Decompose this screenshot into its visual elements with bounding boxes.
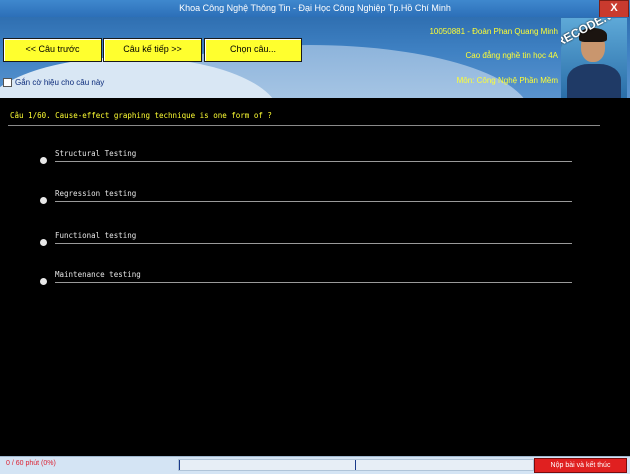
- answer-option-c[interactable]: Functional testing: [40, 231, 572, 246]
- answer-option-d[interactable]: Maintenance testing: [40, 270, 572, 285]
- time-progress-bar: [178, 459, 534, 471]
- progress-mid-tick: [355, 460, 356, 470]
- question-text: Câu 1/60. Cause-effect graphing techniqu…: [10, 111, 272, 120]
- flag-checkbox-label: Gắn cờ hiệu cho câu này: [15, 78, 105, 87]
- answer-option-label: Maintenance testing: [55, 270, 141, 279]
- radio-icon[interactable]: [40, 278, 47, 285]
- prev-question-button[interactable]: << Câu trước: [3, 38, 102, 62]
- option-underline: [55, 282, 572, 283]
- progress-start-tick: [179, 460, 180, 470]
- window-titlebar: Khoa Công Nghệ Thông Tin - Đại Học Công …: [0, 0, 630, 18]
- radio-icon[interactable]: [40, 239, 47, 246]
- submit-finish-button[interactable]: Nộp bài và kết thúc: [534, 458, 627, 473]
- flag-checkbox[interactable]: [3, 78, 12, 87]
- answer-option-label: Functional testing: [55, 231, 137, 240]
- timer-text: 0 / 60 phút (0%): [6, 460, 56, 467]
- student-id-name: 10050881 - Đoàn Phan Quang Minh: [429, 27, 558, 36]
- option-underline: [55, 243, 572, 244]
- answer-option-a[interactable]: Structural Testing: [40, 149, 572, 164]
- subject-name: Môn: Công Nghệ Phần Mềm: [456, 76, 558, 85]
- next-question-button[interactable]: Câu kế tiếp >>: [103, 38, 202, 62]
- answer-option-label: Regression testing: [55, 189, 137, 198]
- answer-option-b[interactable]: Regression testing: [40, 189, 572, 204]
- student-class: Cao đẳng nghề tin học 4A: [465, 51, 558, 60]
- option-underline: [55, 161, 572, 162]
- flag-question-row[interactable]: Gắn cờ hiệu cho câu này: [3, 78, 104, 87]
- question-divider: [8, 125, 600, 126]
- close-button[interactable]: X: [599, 0, 629, 18]
- answer-option-label: Structural Testing: [55, 149, 137, 158]
- radio-icon[interactable]: [40, 157, 47, 164]
- question-panel: Câu 1/60. Cause-effect graphing techniqu…: [0, 98, 630, 456]
- choose-question-button[interactable]: Chọn câu...: [204, 38, 302, 62]
- status-bar: 0 / 60 phút (0%) Nộp bài và kết thúc: [0, 456, 630, 474]
- window-title: Khoa Công Nghệ Thông Tin - Đại Học Công …: [179, 3, 451, 13]
- option-underline: [55, 201, 572, 202]
- radio-icon[interactable]: [40, 197, 47, 204]
- student-avatar: SHARECODE.vn: [561, 18, 627, 98]
